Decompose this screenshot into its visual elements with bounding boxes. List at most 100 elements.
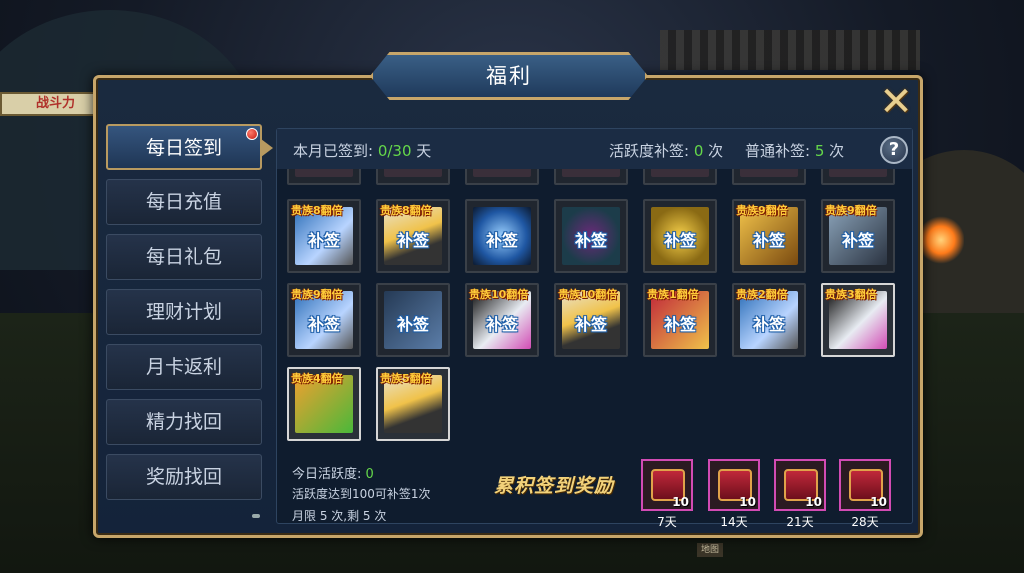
cumulative-reward-title: 累积签到奖励 [494,475,615,497]
signin-day-tile[interactable]: 贵族10翻倍 补签 [465,283,539,357]
chest-count: 10 [739,495,756,509]
reward-chest-button[interactable]: 10 [839,459,891,511]
sidebar-item-energy-recovery[interactable]: 精力找回 [106,399,262,445]
vip-double-badge: 贵族9翻倍 [291,288,343,301]
sidebar-item-label: 每日签到 [145,137,222,159]
signin-day-tile[interactable] [465,169,539,185]
chest-day-label: 28天 [851,515,879,529]
signin-day-tile[interactable]: 补签 [554,199,628,273]
reward-item-icon [295,169,353,177]
reward-item-icon [384,169,442,177]
makeup-signin-label: 补签 [574,315,607,334]
chest-count: 10 [672,495,689,509]
signed-count: 本月已签到: 0/30 天 [293,142,432,160]
signin-day-tile[interactable] [732,169,806,185]
sidebar-scroll-indicator[interactable] [252,514,260,518]
today-activity: 今日活跃度: 0 [292,467,374,482]
vip-double-badge: 贵族9翻倍 [825,204,877,217]
reward-chest-button[interactable]: 10 [774,459,826,511]
power-sign: 战斗力 [0,92,100,116]
signin-day-tile[interactable] [821,169,895,185]
reward-chest-button[interactable]: 10 [641,459,693,511]
vip-double-badge: 贵族8翻倍 [291,204,343,217]
signin-day-tile[interactable] [643,169,717,185]
sidebar-item-finance-plan[interactable]: 理财计划 [106,289,262,335]
reward-item-icon [651,169,709,177]
sidebar-item-reward-recovery[interactable]: 奖励找回 [106,454,262,500]
chest-day-label: 14天 [720,515,748,529]
monthly-limit: 月限 5 次,剩 5 次 [292,509,387,523]
reward-item-icon [473,169,531,177]
sidebar-item-monthly-card[interactable]: 月卡返利 [106,344,262,390]
sidebar-item-label: 月卡返利 [145,356,222,378]
sidebar-item-label: 奖励找回 [145,466,222,488]
makeup-signin-label: 补签 [752,231,785,250]
vip-double-badge: 贵族9翻倍 [736,204,788,217]
activity-makeup-count: 活跃度补签: 0 次 [609,142,724,160]
activity-rule: 活跃度达到100可补签1次 [292,487,431,501]
makeup-signin-label: 补签 [307,315,340,334]
signin-day-tile[interactable]: 贵族5翻倍 [376,367,450,441]
vip-double-badge: 贵族8翻倍 [380,204,432,217]
sidebar-item-label: 每日充值 [145,191,222,213]
signin-day-tile[interactable]: 贵族4翻倍 [287,367,361,441]
reward-item-icon [562,169,620,177]
chest-count: 10 [805,495,822,509]
close-icon[interactable]: ✕ [877,82,915,122]
sidebar-item-daily-signin[interactable]: 每日签到 [106,124,273,170]
vip-double-badge: 贵族2翻倍 [736,288,788,301]
vip-double-badge: 贵族3翻倍 [825,288,877,301]
signin-day-tile[interactable]: 贵族9翻倍补签 [821,199,895,273]
makeup-signin-label: 补签 [574,231,607,250]
makeup-signin-label: 补签 [663,315,696,334]
signin-day-tile[interactable]: 贵族8翻倍补签 [376,199,450,273]
vip-double-badge: 贵族10翻倍 [558,288,618,301]
signin-grid[interactable]: 贵族8翻倍 补签 贵族8翻倍 补签 补签 补签 补签 贵族9翻倍 补签 贵族9翻倍 补签 贵族9翻倍补… [287,169,902,453]
signin-day-tile[interactable]: 贵族9翻倍补签 [287,283,361,357]
reward-item-icon [829,169,887,177]
makeup-signin-label: 补签 [396,315,429,334]
help-icon[interactable]: ? [880,136,908,164]
signin-day-tile[interactable]: 贵族9翻倍补签 [732,199,806,273]
vip-double-badge: 贵族10翻倍 [469,288,529,301]
vip-double-badge: 贵族5翻倍 [380,372,432,385]
panel-title: 福利 [370,52,648,100]
reward-item-icon [740,169,798,177]
signin-content: 本月已签到: 0/30 天 活跃度补签: 0 次 普通补签: 5 次 ? 贵族8… [276,128,913,529]
chest-day-label: 7天 [657,515,677,529]
signin-day-tile[interactable]: 贵族3翻倍 [821,283,895,357]
sidebar-item-label: 精力找回 [145,411,222,433]
makeup-signin-label: 补签 [396,231,429,250]
sidebar-item-daily-recharge[interactable]: 每日充值 [106,179,262,225]
signin-day-tile[interactable]: 贵族1翻倍补签 [643,283,717,357]
signin-day-tile[interactable]: 贵族10翻倍补签 [554,283,628,357]
signin-day-tile[interactable] [287,169,361,185]
notification-dot-icon [246,128,258,140]
map-label[interactable]: 地图 [697,543,723,557]
signin-day-tile[interactable]: 贵族8翻倍补签 [287,199,361,273]
makeup-signin-label: 补签 [752,315,785,334]
chest-count: 10 [870,495,887,509]
signin-day-tile[interactable]: 补签 [465,199,539,273]
reward-chest-button[interactable]: 10 [708,459,760,511]
sidebar-item-daily-gift[interactable]: 每日礼包 [106,234,262,280]
signin-day-tile[interactable]: 补签 [376,283,450,357]
sidebar: 每日签到 每日充值 每日礼包 理财计划 月卡返利 精力找回 奖励找回 [106,124,273,509]
signin-info-bar: 本月已签到: 0/30 天 活跃度补签: 0 次 普通补签: 5 次 ? [277,129,912,169]
signin-day-tile[interactable]: 补签 [643,199,717,273]
background-roof [660,30,920,70]
sidebar-item-label: 每日礼包 [145,246,222,268]
makeup-signin-label: 补签 [663,231,696,250]
makeup-signin-label: 补签 [307,231,340,250]
makeup-signin-label: 补签 [841,231,874,250]
signin-day-tile[interactable]: 贵族2翻倍补签 [732,283,806,357]
background-fire [918,215,964,265]
vip-double-badge: 贵族4翻倍 [291,372,343,385]
normal-makeup-count: 普通补签: 5 次 [745,142,845,160]
signin-day-tile[interactable] [554,169,628,185]
signin-footer: 今日活跃度: 0 活跃度达到100可补签1次 月限 5 次,剩 5 次 累积签到… [277,451,912,529]
chest-day-label: 21天 [786,515,814,529]
makeup-signin-label: 补签 [485,231,518,250]
vip-double-badge: 贵族1翻倍 [647,288,699,301]
signin-day-tile[interactable] [376,169,450,185]
